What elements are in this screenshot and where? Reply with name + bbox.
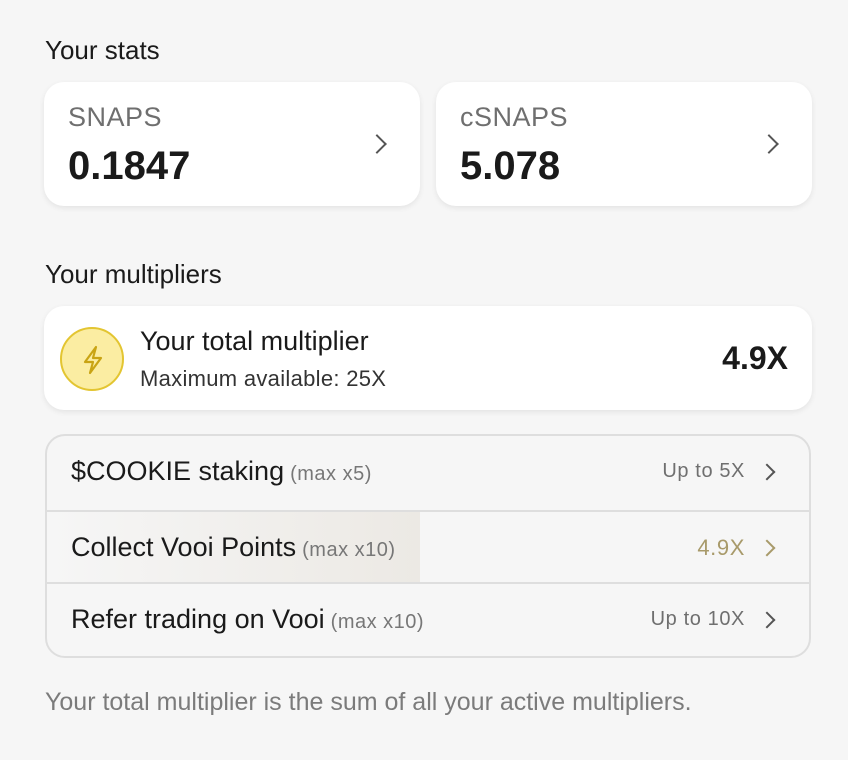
multiplier-label: Collect Vooi Points — [71, 532, 297, 562]
multiplier-row-cookie-staking[interactable]: $COOKIE staking (max x5) Up to 5X — [47, 436, 809, 510]
multiplier-max: (max x10) — [330, 611, 425, 633]
csnaps-label: cSNAPS — [460, 102, 569, 132]
multiplier-value: Up to 10X — [650, 608, 745, 630]
multipliers-section-title: Your multipliers — [45, 259, 222, 289]
chevron-right-icon — [758, 539, 776, 557]
snaps-stat-card[interactable]: SNAPS 0.1847 — [44, 82, 420, 206]
multiplier-list: $COOKIE staking (max x5) Up to 5X Collect… — [45, 434, 811, 658]
chevron-right-icon — [367, 134, 387, 154]
multiplier-label: Refer trading on Vooi — [71, 604, 325, 634]
multiplier-max: (max x10) — [302, 539, 396, 561]
lightning-bolt-icon — [60, 327, 124, 391]
multiplier-row-refer-trading[interactable]: Refer trading on Vooi (max x10) Up to 10X — [47, 584, 809, 656]
chevron-right-icon — [759, 134, 779, 154]
snaps-label: SNAPS — [68, 102, 163, 132]
chevron-right-icon — [758, 463, 776, 481]
multiplier-footnote: Your total multiplier is the sum of all … — [45, 688, 692, 716]
multiplier-label: $COOKIE staking — [71, 456, 285, 486]
snaps-value: 0.1847 — [68, 144, 191, 188]
csnaps-value: 5.078 — [460, 144, 561, 188]
total-multiplier-title: Your total multiplier — [140, 326, 369, 356]
csnaps-stat-card[interactable]: cSNAPS 5.078 — [436, 82, 812, 206]
multiplier-value: Up to 5X — [662, 460, 745, 482]
multiplier-max: (max x5) — [290, 463, 372, 485]
total-multiplier-card: Your total multiplier Maximum available:… — [44, 306, 812, 410]
multiplier-row-vooi-points[interactable]: Collect Vooi Points (max x10) 4.9X — [47, 510, 809, 584]
stats-section-title: Your stats — [45, 35, 160, 65]
chevron-right-icon — [758, 611, 776, 629]
multiplier-value: 4.9X — [697, 535, 745, 560]
maximum-available-text: Maximum available: 25X — [140, 366, 387, 391]
total-multiplier-value: 4.9X — [722, 340, 788, 376]
